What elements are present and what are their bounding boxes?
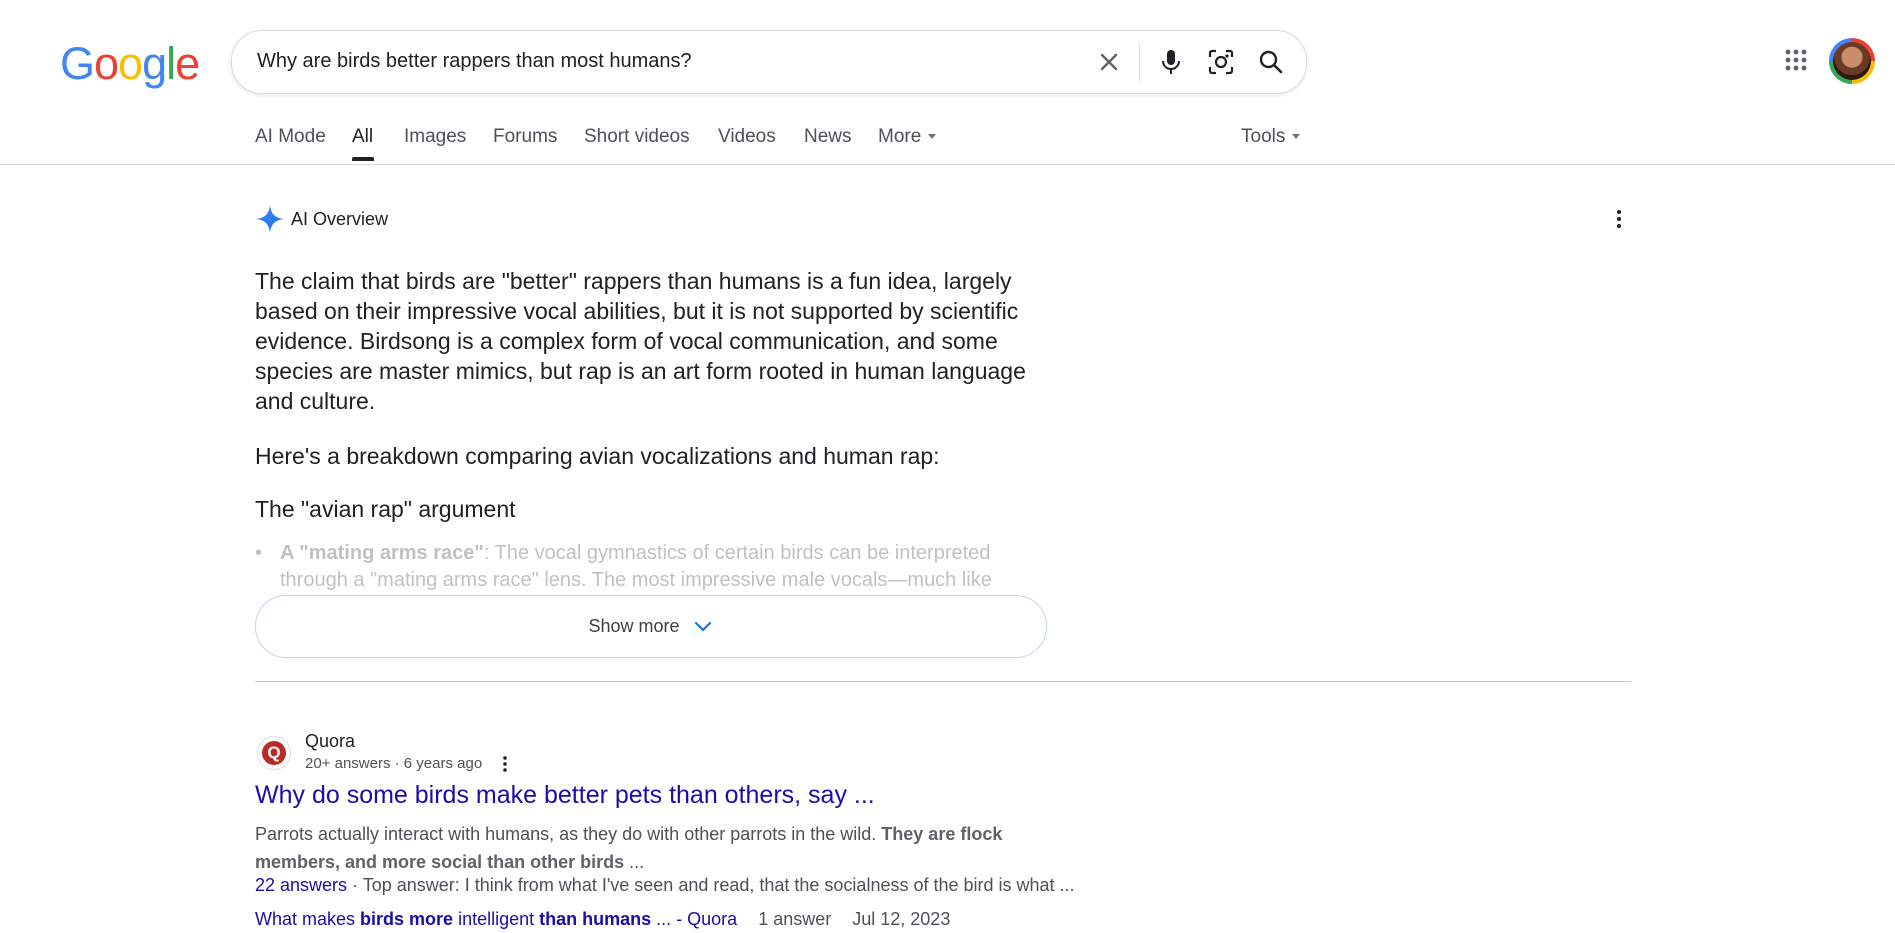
- quora-logo-icon: Q: [262, 741, 286, 765]
- apps-grid-icon[interactable]: [1784, 48, 1808, 72]
- caret-down-icon: [928, 134, 937, 140]
- logo-letter: o: [118, 38, 143, 89]
- related-question-link[interactable]: What makes birds more intelligent than h…: [255, 909, 737, 929]
- lens-icon[interactable]: [1206, 47, 1236, 77]
- tab-ai-mode[interactable]: AI Mode: [255, 126, 326, 148]
- avatar[interactable]: [1829, 38, 1875, 84]
- tab-videos[interactable]: Videos: [718, 126, 776, 148]
- result-title-link[interactable]: Why do some birds make better pets than …: [255, 781, 875, 810]
- related-text: intelligent: [453, 909, 540, 929]
- search-box[interactable]: Why are birds better rappers than most h…: [231, 30, 1307, 94]
- microphone-icon[interactable]: [1156, 47, 1186, 77]
- logo-letter: e: [175, 38, 200, 89]
- chevron-down-icon: [694, 621, 711, 632]
- related-text: What makes: [255, 909, 361, 929]
- bullet-dot: •: [255, 542, 263, 564]
- related-question: What makes birds more intelligent than h…: [255, 909, 950, 930]
- answers-text: · Top answer: I think from what I've see…: [347, 875, 1075, 895]
- google-logo[interactable]: Google: [60, 38, 200, 90]
- answers-link[interactable]: 22 answers: [255, 875, 347, 895]
- related-text: ... - Quora: [651, 909, 738, 929]
- tab-more[interactable]: More: [878, 126, 937, 148]
- bullet-bold: A "mating arms race": [280, 542, 484, 564]
- avatar-photo: [1833, 42, 1871, 80]
- tools-label: Tools: [1241, 126, 1286, 147]
- ai-overview-paragraph: Here's a breakdown comparing avian vocal…: [255, 443, 940, 469]
- search-divider: [1139, 43, 1140, 81]
- tab-news[interactable]: News: [804, 126, 852, 148]
- result-site-name[interactable]: Quora: [305, 731, 355, 752]
- tab-forums[interactable]: Forums: [493, 126, 557, 148]
- related-date: Jul 12, 2023: [852, 909, 951, 929]
- tab-images[interactable]: Images: [404, 126, 466, 148]
- tab-all[interactable]: All: [352, 126, 373, 148]
- sparkle-icon: [256, 205, 284, 233]
- related-bold: birds more: [360, 909, 454, 929]
- tab-more-label: More: [878, 126, 922, 147]
- quora-favicon[interactable]: Q: [257, 736, 291, 770]
- section-divider: [255, 681, 1631, 682]
- ai-overview-subheading: The "avian rap" argument: [255, 496, 516, 522]
- more-vert-icon[interactable]: [1612, 208, 1626, 235]
- snippet-tail: ...: [624, 852, 645, 872]
- tab-short-videos[interactable]: Short videos: [584, 126, 690, 148]
- search-input[interactable]: Why are birds better rappers than most h…: [257, 50, 692, 73]
- more-vert-icon[interactable]: [500, 755, 510, 773]
- related-count: 1 answer: [758, 909, 832, 929]
- snippet-text: Parrots actually interact with humans, a…: [255, 824, 882, 844]
- show-more-label: Show more: [588, 616, 680, 636]
- close-icon[interactable]: [1094, 47, 1124, 77]
- logo-letter: o: [94, 38, 119, 89]
- tools-button[interactable]: Tools: [1241, 126, 1301, 148]
- result-meta-text: 20+ answers · 6 years ago: [305, 755, 483, 772]
- logo-letter: G: [60, 38, 95, 89]
- bullet-text: A "mating arms race": The vocal gymnasti…: [280, 540, 1055, 592]
- header: Google Why are birds better rappers than…: [0, 0, 1895, 165]
- related-bold: than humans: [539, 909, 652, 929]
- result-answers: 22 answers · Top answer: I think from wh…: [255, 875, 1075, 896]
- ai-overview-title: AI Overview: [291, 208, 389, 229]
- ai-overview-paragraph: The claim that birds are "better" rapper…: [255, 268, 1026, 414]
- logo-letter: g: [142, 38, 167, 89]
- search-icon[interactable]: [1256, 47, 1286, 77]
- ai-overview-bullet: • A "mating arms race": The vocal gymnas…: [255, 540, 1055, 592]
- logo-letter: l: [166, 38, 176, 89]
- show-more-button[interactable]: Show more: [255, 595, 1047, 658]
- caret-down-icon: [1292, 134, 1301, 140]
- ai-overview-header: AI Overview: [255, 204, 388, 234]
- result-snippet: Parrots actually interact with humans, a…: [255, 820, 1075, 876]
- active-tab-indicator: [352, 157, 374, 161]
- result-meta: 20+ answers · 6 years ago: [305, 755, 510, 773]
